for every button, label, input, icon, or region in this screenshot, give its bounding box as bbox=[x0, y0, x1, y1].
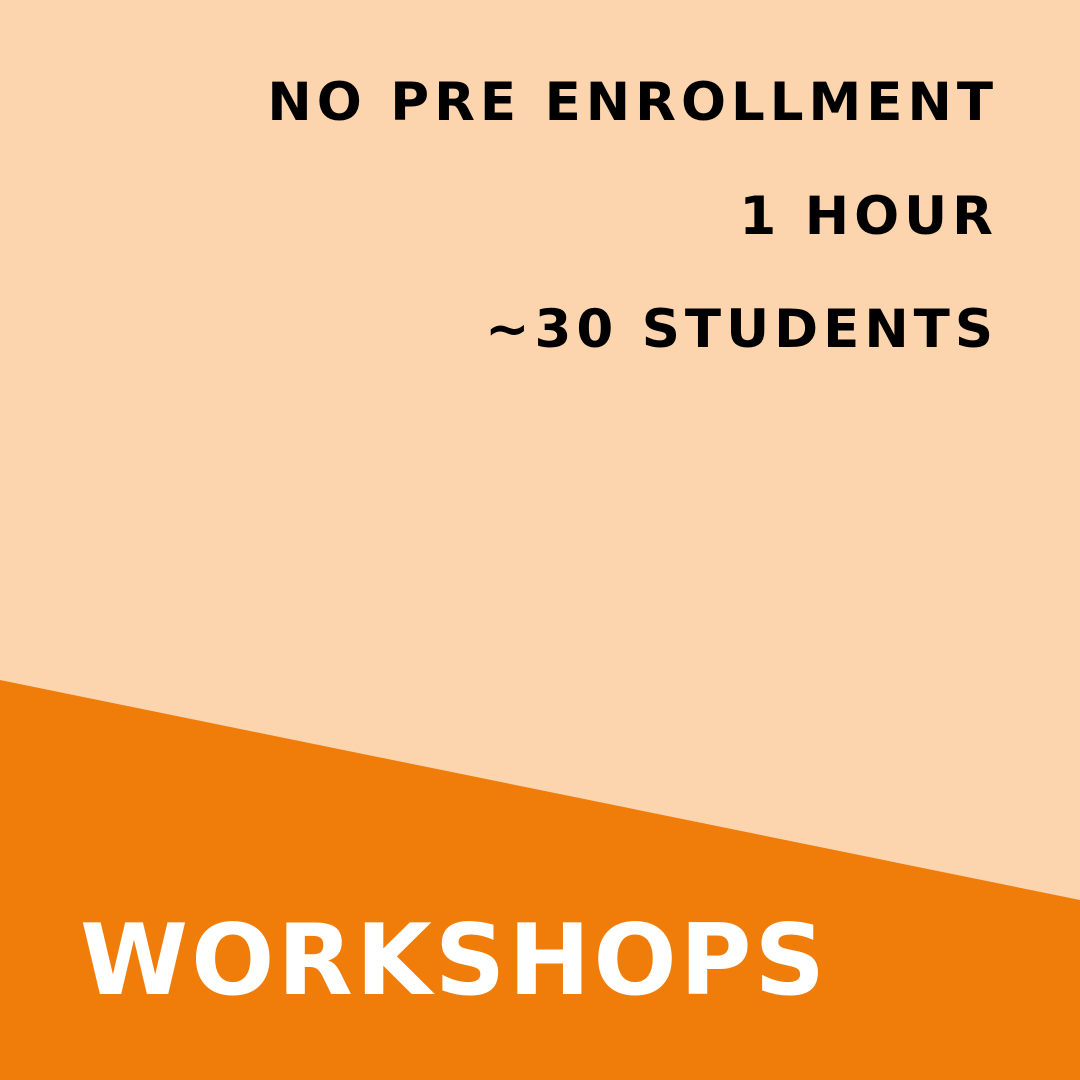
headline-title: WORKSHOPS bbox=[80, 904, 829, 1018]
detail-class-size: ~30 STUDENTS bbox=[485, 299, 998, 360]
slide-canvas: NO PRE ENROLLMENT 1 HOUR ~30 STUDENTS WO… bbox=[0, 0, 1080, 1080]
detail-enrollment: NO PRE ENROLLMENT bbox=[267, 72, 998, 133]
detail-duration: 1 HOUR bbox=[739, 186, 998, 247]
